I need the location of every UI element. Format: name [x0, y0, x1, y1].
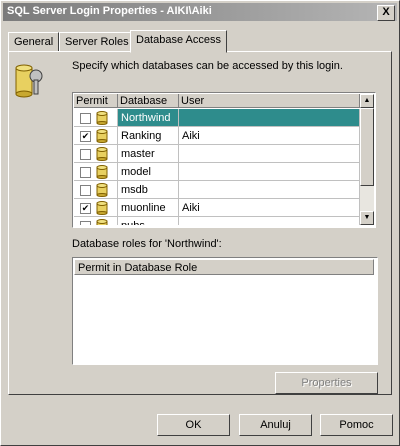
roles-column-header[interactable]: Permit in Database Role [74, 259, 374, 275]
permit-checkbox[interactable] [80, 113, 91, 124]
database-name-cell[interactable]: model [118, 163, 179, 181]
database-icon [96, 147, 108, 161]
roles-label: Database roles for 'Northwind': [72, 238, 222, 250]
user-cell[interactable] [179, 145, 360, 163]
help-button[interactable]: Pomoc [320, 414, 393, 436]
grid-scrollbar[interactable]: ▲ ▼ [360, 94, 374, 225]
user-cell[interactable] [179, 163, 360, 181]
permit-checkbox[interactable]: ✔ [80, 131, 91, 142]
user-cell[interactable]: Aiki [179, 199, 360, 217]
permit-checkbox[interactable] [80, 167, 91, 178]
permit-cell[interactable] [74, 163, 118, 181]
column-header-database[interactable]: Database [118, 94, 179, 108]
permit-cell[interactable] [74, 181, 118, 199]
user-cell[interactable] [179, 109, 360, 127]
permit-cell[interactable]: ✔ [74, 199, 118, 217]
scroll-up-icon[interactable]: ▲ [360, 94, 374, 108]
permit-cell[interactable]: ✔ [74, 127, 118, 145]
close-button[interactable]: X [377, 5, 395, 21]
tab-server-roles[interactable]: Server Roles [59, 32, 135, 52]
permit-checkbox[interactable] [80, 221, 91, 225]
cancel-button[interactable]: Anuluj [239, 414, 312, 436]
database-icon [96, 129, 108, 143]
database-icon [96, 219, 108, 225]
database-name-cell[interactable]: master [118, 145, 179, 163]
database-name-cell[interactable]: msdb [118, 181, 179, 199]
permit-cell[interactable] [74, 109, 118, 127]
tab-database-access[interactable]: Database Access [130, 30, 227, 53]
window-title: SQL Server Login Properties - AIKI\Aiki [7, 5, 212, 17]
permit-checkbox[interactable] [80, 185, 91, 196]
roles-list[interactable]: Permit in Database Role [72, 257, 378, 365]
permit-checkbox[interactable] [80, 149, 91, 160]
login-database-icon [15, 64, 43, 98]
scroll-down-icon[interactable]: ▼ [360, 211, 374, 225]
database-icon [96, 165, 108, 179]
permit-cell[interactable] [74, 217, 118, 225]
column-header-permit[interactable]: Permit [74, 94, 118, 108]
database-icon [96, 183, 108, 197]
database-name-cell[interactable]: Northwind [118, 109, 179, 127]
table-row[interactable]: model [74, 163, 360, 181]
title-bar[interactable]: SQL Server Login Properties - AIKI\Aiki … [3, 3, 397, 21]
description-text: Specify which databases can be accessed … [72, 60, 343, 72]
database-name-cell[interactable]: pubs [118, 217, 179, 225]
tab-general[interactable]: General [8, 32, 60, 52]
properties-button[interactable]: Properties [275, 372, 378, 394]
table-row[interactable]: msdb [74, 181, 360, 199]
table-row[interactable]: ✔ muonline Aiki [74, 199, 360, 217]
database-grid[interactable]: Permit Database User Northwind ✔ Ranking Ai… [72, 92, 376, 228]
permit-cell[interactable] [74, 145, 118, 163]
database-name-cell[interactable]: Ranking [118, 127, 179, 145]
user-cell[interactable] [179, 181, 360, 199]
database-icon [96, 111, 108, 125]
permit-checkbox[interactable]: ✔ [80, 203, 91, 214]
database-icon [96, 201, 108, 215]
database-name-cell[interactable]: muonline [118, 199, 179, 217]
table-row[interactable]: ✔ Ranking Aiki [74, 127, 360, 145]
table-row[interactable]: pubs [74, 217, 360, 225]
user-cell[interactable] [179, 217, 360, 225]
scroll-thumb[interactable] [360, 108, 374, 186]
user-cell[interactable]: Aiki [179, 127, 360, 145]
column-header-user[interactable]: User [179, 94, 360, 108]
table-row[interactable]: Northwind [74, 109, 360, 127]
ok-button[interactable]: OK [157, 414, 230, 436]
table-row[interactable]: master [74, 145, 360, 163]
